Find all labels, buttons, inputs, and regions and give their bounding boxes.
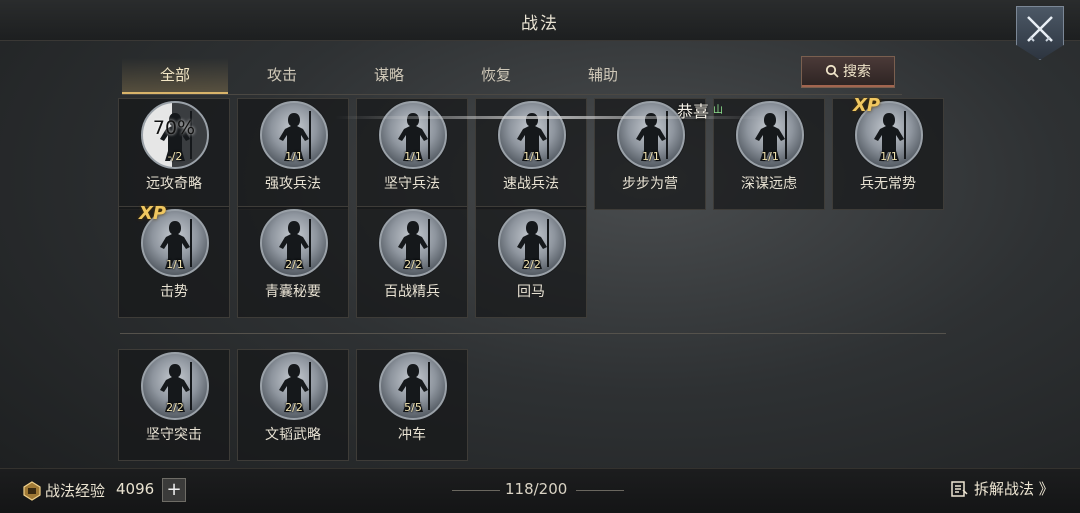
tactic-portrait: 1/1 — [379, 101, 447, 169]
page-title: 战法 — [521, 14, 559, 34]
tactic-name: 深谋远虑 — [741, 176, 797, 192]
tactic-card[interactable]: 2/2 百战精兵 — [356, 206, 468, 318]
tactic-card[interactable]: 2/2 回马 — [475, 206, 587, 318]
tab-all[interactable]: 全部 — [122, 58, 228, 94]
tactic-portrait: 2/2 — [141, 352, 209, 420]
search-label: 搜索 — [843, 64, 871, 80]
exp-value: 4096 — [116, 480, 155, 498]
list-scroll-icon — [951, 481, 968, 497]
tactic-name: 文韬武略 — [265, 427, 321, 443]
tactic-count: 5/5 — [404, 401, 422, 414]
tactic-portrait: 2/2 — [379, 209, 447, 277]
tactic-portrait: 5/5 — [379, 352, 447, 420]
crossed-swords-icon — [1027, 16, 1053, 42]
tactic-card[interactable]: 1/1 XP 击势 — [118, 203, 230, 318]
decompose-label: 拆解战法 》 — [974, 480, 1054, 498]
tactic-count: 2/2 — [285, 401, 303, 414]
close-button[interactable] — [1016, 6, 1064, 60]
tactic-name: 兵无常势 — [860, 176, 916, 192]
tactic-card[interactable]: 1/1 速战兵法 — [475, 98, 587, 210]
tactics-capacity: 118/200 — [505, 480, 568, 498]
tactic-name: 击势 — [160, 284, 188, 300]
search-icon — [825, 64, 839, 78]
tactic-card[interactable]: 1/1 坚守兵法 — [356, 98, 468, 210]
tactic-portrait: 2/2 — [260, 352, 328, 420]
tactic-count: 2/2 — [523, 258, 541, 271]
tactic-count: 1/1 — [285, 150, 303, 163]
tactic-card[interactable]: 5/5 冲车 — [356, 349, 468, 461]
xp-badge: XP — [139, 203, 167, 224]
tactic-name: 青囊秘要 — [265, 284, 321, 300]
xp-badge: XP — [853, 95, 881, 116]
exp-label: 战法经验 — [45, 482, 106, 500]
tactic-name: 百战精兵 — [384, 284, 440, 300]
tactic-card[interactable]: 2/2 坚守突击 — [118, 349, 230, 461]
tactic-count: 1/1 — [404, 150, 422, 163]
tactic-name: 速战兵法 — [503, 176, 559, 192]
tactic-count: 1/1 — [642, 150, 660, 163]
tactic-name: 步步为营 — [622, 176, 678, 192]
tactic-name: 远攻奇略 — [146, 176, 202, 192]
tactic-name: 坚守突击 — [146, 427, 202, 443]
research-progress: 70% — [152, 117, 196, 139]
tactic-portrait: 2/2 — [260, 209, 328, 277]
add-exp-button[interactable]: + — [162, 478, 186, 502]
title-bar: 战法 — [0, 0, 1080, 41]
category-tabs: 全部 攻击 谋略 恢复 辅助 — [122, 58, 902, 95]
tactic-name: 回马 — [517, 284, 545, 300]
capacity-line-right — [576, 490, 624, 491]
tactic-count: 1/1 — [166, 258, 184, 271]
toast-suffix: 山 — [713, 105, 723, 116]
tab-attack[interactable]: 攻击 — [229, 58, 335, 92]
tactic-count: 2/2 — [285, 258, 303, 271]
tactic-portrait: 1/1 — [736, 101, 804, 169]
tactic-card[interactable]: 2/2 青囊秘要 — [237, 206, 349, 318]
tactic-name: 冲车 — [398, 427, 426, 443]
tactic-count: 1/1 — [880, 150, 898, 163]
tactic-card[interactable]: 2/2 文韬武略 — [237, 349, 349, 461]
tab-strategy[interactable]: 谋略 — [336, 58, 442, 92]
tactic-name: 坚守兵法 — [384, 176, 440, 192]
tactic-count: 2/2 — [404, 258, 422, 271]
tactic-portrait: 1/1 — [617, 101, 685, 169]
tactic-portrait: 1/1 — [498, 101, 566, 169]
tab-recovery[interactable]: 恢复 — [443, 58, 549, 92]
tactic-count: 1/1 — [761, 150, 779, 163]
tactic-name: 强攻兵法 — [265, 176, 321, 192]
tactic-portrait: 2/2 — [498, 209, 566, 277]
tactic-card[interactable]: 1/1 深谋远虑 — [713, 98, 825, 210]
toast-message: 恭喜 — [677, 102, 710, 121]
tactic-count: 2/2 — [166, 401, 184, 414]
tactic-card[interactable]: 1/1 强攻兵法 — [237, 98, 349, 210]
exp-book-icon — [23, 481, 41, 501]
search-button[interactable]: 搜索 — [801, 56, 895, 88]
tactic-count: 1/1 — [523, 150, 541, 163]
tactic-card[interactable]: -/2 70% 远攻奇略 — [118, 98, 230, 210]
section-divider — [120, 333, 946, 334]
tactic-count: -/2 — [167, 150, 183, 163]
tactic-card[interactable]: 1/1 XP 兵无常势 — [832, 95, 944, 210]
capacity-line-left — [452, 490, 500, 491]
tab-support[interactable]: 辅助 — [550, 58, 656, 92]
decompose-button[interactable]: 拆解战法 》 — [950, 478, 1054, 499]
tactic-portrait: 1/1 — [260, 101, 328, 169]
